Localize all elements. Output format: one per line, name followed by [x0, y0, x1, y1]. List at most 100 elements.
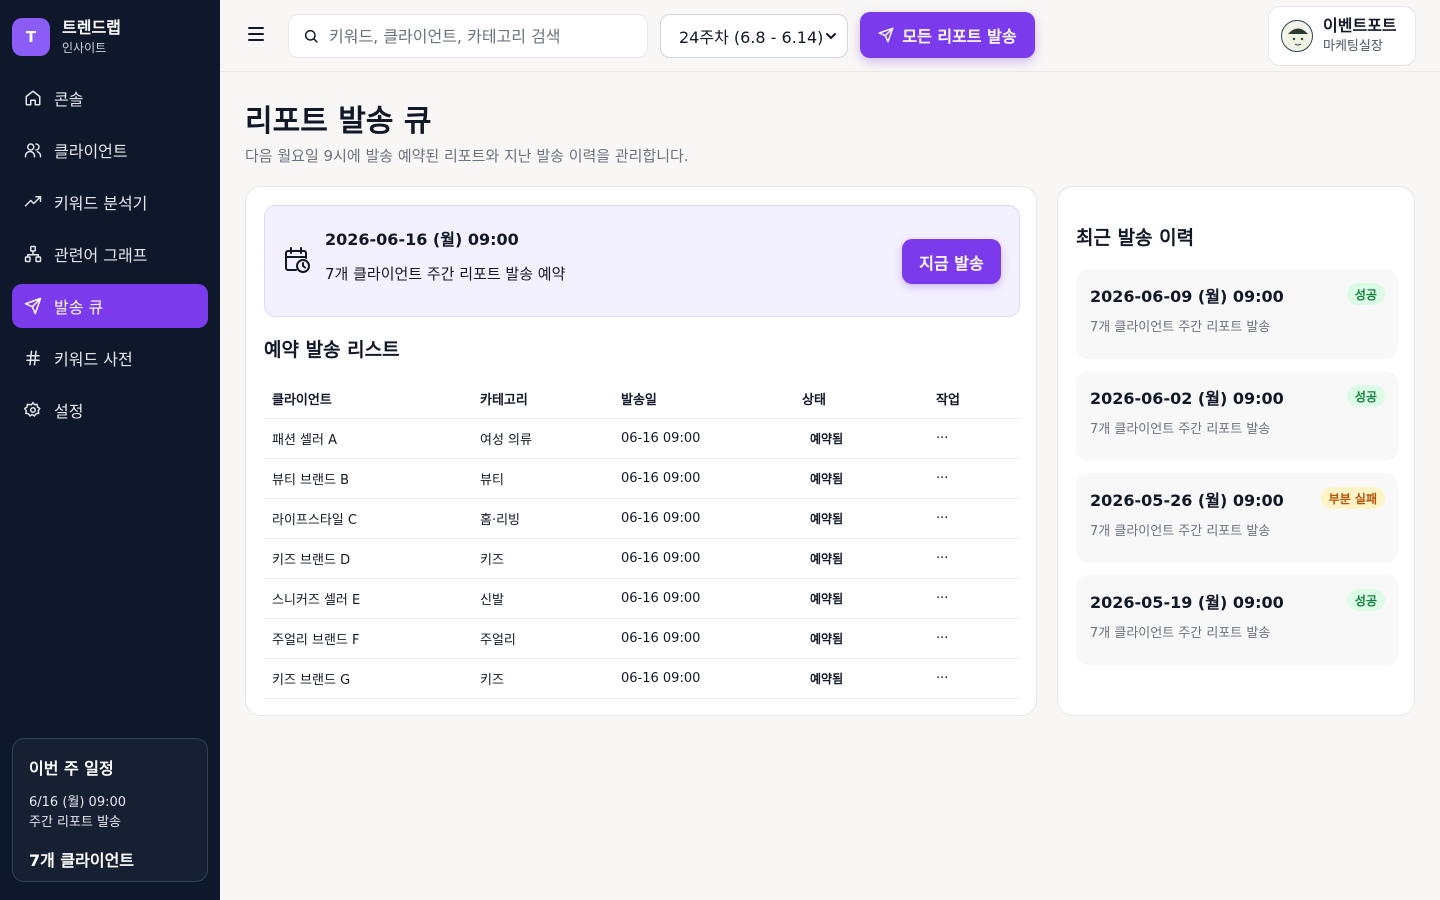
history-date: 2026-05-26 (월) 09:00 [1090, 491, 1284, 510]
column-header-client[interactable]: 클라이언트 [264, 389, 480, 408]
brand-logo: T [12, 18, 50, 56]
column-header-category[interactable]: 카테고리 [480, 389, 621, 408]
cell-status: 예약됨 [810, 512, 844, 526]
sidebar-item-label: 관련어 그래프 [54, 246, 148, 265]
table-row[interactable]: 패션 셀러 A 여성 의류 06-16 09:00 예약됨 ··· [264, 419, 1020, 459]
sidebar-item-label: 설정 [54, 402, 84, 421]
sidebar-item-label: 클라이언트 [54, 142, 128, 161]
table-header-row: 클라이언트 카테고리 발송일 상태 작업 [264, 379, 1020, 419]
users-icon [24, 143, 42, 158]
sidebar-item-clients[interactable]: 클라이언트 [12, 128, 208, 172]
weekly-schedule-card: 이번 주 일정 6/16 (월) 09:00 주간 리포트 발송 7개 클라이언… [12, 738, 208, 882]
cell-category: 주얼리 [480, 633, 516, 648]
network-icon [24, 245, 42, 263]
sidebar-item-label: 발송 큐 [54, 298, 104, 317]
cell-client: 키즈 브랜드 G [272, 673, 351, 688]
send-all-label: 모든 리포트 발송 [902, 27, 1017, 46]
cell-category: 홈·리빙 [480, 513, 521, 528]
column-header-send-date[interactable]: 발송일 [621, 389, 802, 408]
cell-send-date: 06-16 09:00 [621, 591, 701, 606]
cell-client: 라이프스타일 C [272, 513, 357, 528]
history-description: 7개 클라이언트 주간 리포트 발송 [1090, 524, 1271, 539]
user-profile[interactable]: 이벤트포트 마케팅실장 [1268, 6, 1416, 66]
row-action-menu-button[interactable]: ··· [936, 471, 1020, 486]
next-send-date: 2026-06-16 (월) 09:00 [325, 230, 519, 249]
cell-send-date: 06-16 09:00 [621, 631, 701, 646]
row-action-menu-button[interactable]: ··· [936, 631, 1020, 646]
cell-status: 예약됨 [810, 472, 844, 486]
schedule-description: 주간 리포트 발송 [29, 815, 121, 830]
history-description: 7개 클라이언트 주간 리포트 발송 [1090, 320, 1271, 335]
hash-icon [26, 350, 40, 366]
menu-toggle-button[interactable] [248, 22, 272, 46]
table-row[interactable]: 라이프스타일 C 홈·리빙 06-16 09:00 예약됨 ··· [264, 499, 1020, 539]
row-action-menu-button[interactable]: ··· [936, 551, 1020, 566]
row-action-menu-button[interactable]: ··· [936, 591, 1020, 606]
cell-send-date: 06-16 09:00 [621, 511, 701, 526]
cell-status: 예약됨 [810, 632, 844, 646]
calendar-clock-icon [285, 247, 310, 273]
row-action-menu-button[interactable]: ··· [936, 431, 1020, 446]
sidebar-item-label: 키워드 분석기 [54, 194, 148, 213]
cell-category: 키즈 [480, 553, 504, 568]
sidebar-item-keyword-dictionary[interactable]: 키워드 사전 [12, 336, 208, 380]
sidebar-item-settings[interactable]: 설정 [12, 388, 208, 432]
table-row[interactable]: 스니커즈 셀러 E 신발 06-16 09:00 예약됨 ··· [264, 579, 1020, 619]
cell-category: 키즈 [480, 673, 504, 688]
trending-up-icon [24, 196, 42, 207]
send-now-button[interactable]: 지금 발송 [902, 239, 1001, 284]
history-date: 2026-06-09 (월) 09:00 [1090, 287, 1284, 306]
history-item[interactable]: 2026-05-19 (월) 09:00 7개 클라이언트 주간 리포트 발송 … [1076, 575, 1398, 665]
history-description: 7개 클라이언트 주간 리포트 발송 [1090, 626, 1271, 641]
status-badge: 성공 [1346, 385, 1385, 407]
top-header: 24주차 (6.8 - 6.14) 모든 리포트 발송 이벤트포트 마케팅실장 [220, 0, 1440, 72]
cell-send-date: 06-16 09:00 [621, 671, 701, 686]
send-queue-card: 2026-06-16 (월) 09:00 7개 클라이언트 주간 리포트 발송 … [245, 186, 1037, 716]
history-item[interactable]: 2026-05-26 (월) 09:00 7개 클라이언트 주간 리포트 발송 … [1076, 473, 1398, 563]
cell-category: 뷰티 [480, 473, 504, 488]
row-action-menu-button[interactable]: ··· [936, 511, 1020, 526]
row-action-menu-button[interactable]: ··· [936, 671, 1020, 686]
sidebar-nav: 콘솔 클라이언트 키워드 분석기 관련어 그래프 발송 큐 키워드 사전 설정 [12, 76, 208, 440]
history-item[interactable]: 2026-06-02 (월) 09:00 7개 클라이언트 주간 리포트 발송 … [1076, 371, 1398, 461]
history-list: 2026-06-09 (월) 09:00 7개 클라이언트 주간 리포트 발송 … [1076, 269, 1398, 677]
history-date: 2026-06-02 (월) 09:00 [1090, 389, 1284, 408]
cell-send-date: 06-16 09:00 [621, 431, 701, 446]
week-select[interactable]: 24주차 (6.8 - 6.14) [660, 14, 848, 58]
cell-category: 여성 의류 [480, 433, 532, 448]
user-role: 마케팅실장 [1323, 39, 1383, 54]
cell-status: 예약됨 [810, 432, 844, 446]
column-header-action: 작업 [936, 393, 960, 408]
history-description: 7개 클라이언트 주간 리포트 발송 [1090, 422, 1271, 437]
status-badge: 성공 [1346, 589, 1385, 611]
queue-list-title: 예약 발송 리스트 [264, 339, 400, 361]
send-all-reports-button[interactable]: 모든 리포트 발송 [860, 12, 1035, 58]
table-row[interactable]: 키즈 브랜드 D 키즈 06-16 09:00 예약됨 ··· [264, 539, 1020, 579]
table-row[interactable]: 뷰티 브랜드 B 뷰티 06-16 09:00 예약됨 ··· [264, 459, 1020, 499]
table-row[interactable]: 키즈 브랜드 G 키즈 06-16 09:00 예약됨 ··· [264, 659, 1020, 699]
cell-client: 키즈 브랜드 D [272, 553, 351, 568]
cell-client: 패션 셀러 A [272, 433, 337, 448]
search-bar[interactable] [288, 14, 648, 58]
home-icon [25, 90, 41, 106]
history-item[interactable]: 2026-06-09 (월) 09:00 7개 클라이언트 주간 리포트 발송 … [1076, 269, 1398, 359]
send-icon [879, 27, 894, 43]
page-description: 다음 월요일 9시에 발송 예약된 리포트와 지난 발송 이력을 관리합니다. [245, 147, 689, 165]
sidebar-item-console[interactable]: 콘솔 [12, 76, 208, 120]
cell-status: 예약됨 [810, 552, 844, 566]
status-badge: 성공 [1346, 283, 1385, 305]
sidebar-item-related-graph[interactable]: 관련어 그래프 [12, 232, 208, 276]
brand[interactable]: T 트렌드랩 인사이트 [12, 18, 121, 56]
cell-category: 신발 [480, 593, 504, 608]
cell-status: 예약됨 [810, 672, 844, 686]
table-row[interactable]: 주얼리 브랜드 F 주얼리 06-16 09:00 예약됨 ··· [264, 619, 1020, 659]
search-input[interactable] [329, 26, 619, 46]
sidebar-item-keyword-analyzer[interactable]: 키워드 분석기 [12, 180, 208, 224]
column-header-status[interactable]: 상태 [802, 389, 936, 408]
history-title: 최근 발송 이력 [1076, 227, 1195, 249]
next-send-banner: 2026-06-16 (월) 09:00 7개 클라이언트 주간 리포트 발송 … [264, 205, 1020, 317]
sidebar-item-send-queue[interactable]: 발송 큐 [12, 284, 208, 328]
search-icon [304, 29, 318, 43]
sidebar-item-label: 키워드 사전 [54, 350, 133, 369]
brand-name: 트렌드랩 [62, 18, 121, 37]
